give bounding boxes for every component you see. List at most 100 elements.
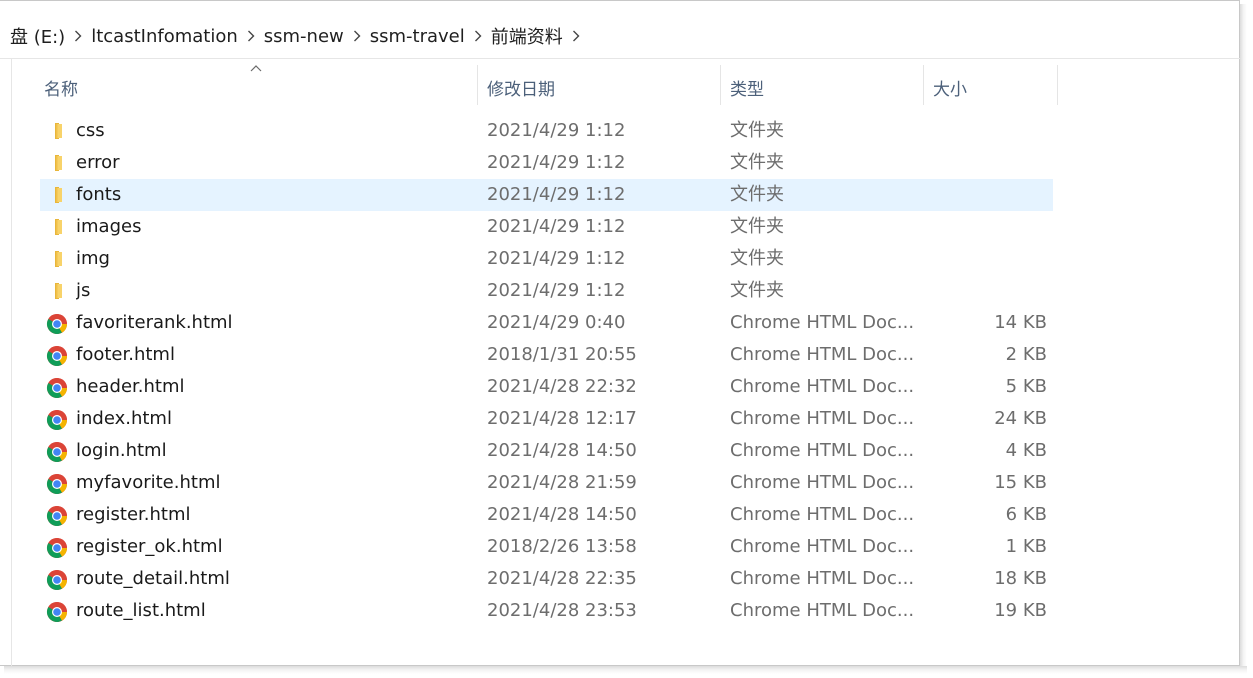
file-name: css [76, 120, 105, 141]
file-row[interactable]: error 2021/4/29 1:12 文件夹 [40, 147, 1053, 179]
file-row[interactable]: myfavorite.html 2021/4/28 21:59 Chrome HTM… [40, 467, 1053, 499]
column-header-date[interactable]: 修改日期 [487, 67, 717, 107]
file-name: route_detail.html [76, 568, 230, 589]
file-row[interactable]: route_detail.html 2021/4/28 22:35 Chrome H… [40, 563, 1053, 595]
file-row[interactable]: fonts 2021/4/29 1:12 文件夹 [40, 179, 1053, 211]
chrome-icon [46, 569, 68, 590]
file-name: myfavorite.html [76, 472, 221, 493]
breadcrumb-folder[interactable]: ltcastInfomation [89, 26, 240, 47]
file-row[interactable]: js 2021/4/29 1:12 文件夹 [40, 275, 1053, 307]
column-header-label: 修改日期 [487, 79, 555, 100]
file-type: 文件夹 [730, 120, 784, 141]
column-divider[interactable] [1057, 65, 1058, 105]
file-name: favoriterank.html [76, 312, 233, 333]
file-name: login.html [76, 440, 167, 461]
chrome-icon [46, 537, 68, 558]
file-type: Chrome HTML Doc... [730, 536, 915, 557]
column-divider[interactable] [720, 65, 721, 105]
file-name: footer.html [76, 344, 175, 365]
file-row[interactable]: css 2021/4/29 1:12 文件夹 [40, 115, 1053, 147]
file-type: 文件夹 [730, 216, 784, 237]
chrome-icon [46, 409, 68, 430]
file-name: index.html [76, 408, 172, 429]
file-row[interactable]: route_list.html 2021/4/28 23:53 Chrome HTM… [40, 595, 1053, 627]
file-size: 24 KB [994, 408, 1047, 429]
file-row[interactable]: index.html 2021/4/28 12:17 Chrome HTML Doc… [40, 403, 1053, 435]
file-modified-date: 2021/4/29 0:40 [487, 312, 626, 333]
file-type: 文件夹 [730, 280, 784, 301]
file-type: Chrome HTML Doc... [730, 472, 915, 493]
file-name: route_list.html [76, 600, 206, 621]
file-row[interactable]: register_ok.html 2018/2/26 13:58 Chrome HT… [40, 531, 1053, 563]
file-row[interactable]: register.html 2021/4/28 14:50 Chrome HTML … [40, 499, 1053, 531]
file-name: header.html [76, 376, 185, 397]
chrome-icon [46, 441, 68, 462]
file-type: Chrome HTML Doc... [730, 376, 915, 397]
folder-icon [46, 185, 68, 205]
file-row[interactable]: images 2021/4/29 1:12 文件夹 [40, 211, 1053, 243]
chevron-right-icon[interactable] [565, 28, 587, 44]
folder-icon [46, 249, 68, 269]
file-modified-date: 2021/4/28 21:59 [487, 472, 637, 493]
file-size: 19 KB [994, 600, 1047, 621]
column-header-type[interactable]: 类型 [730, 67, 920, 107]
file-modified-date: 2021/4/29 1:12 [487, 280, 626, 301]
chrome-icon [46, 473, 68, 494]
file-modified-date: 2021/4/28 14:50 [487, 440, 637, 461]
file-name: fonts [76, 184, 122, 205]
file-type: 文件夹 [730, 152, 784, 173]
file-row[interactable]: footer.html 2018/1/31 20:55 Chrome HTML Do… [40, 339, 1053, 371]
folder-icon [46, 121, 68, 141]
column-header-label: 名称 [44, 79, 78, 100]
file-modified-date: 2021/4/28 23:53 [487, 600, 637, 621]
chrome-icon [46, 505, 68, 526]
breadcrumb-current-folder[interactable]: 前端资料 [489, 23, 565, 49]
file-type: Chrome HTML Doc... [730, 504, 915, 525]
folder-icon [46, 281, 68, 301]
chrome-icon [46, 345, 68, 366]
file-modified-date: 2021/4/29 1:12 [487, 120, 626, 141]
file-size [924, 179, 1047, 211]
column-header-size[interactable]: 大小 [933, 67, 1053, 107]
chevron-right-icon[interactable] [467, 28, 489, 44]
file-row[interactable]: img 2021/4/29 1:12 文件夹 [40, 243, 1053, 275]
file-modified-date: 2021/4/29 1:12 [487, 248, 626, 269]
file-type: Chrome HTML Doc... [730, 408, 915, 429]
address-bar[interactable]: 盘 (E:) ltcastInfomation ssm-new ssm-trav… [0, 15, 1240, 57]
column-divider[interactable] [477, 65, 478, 105]
breadcrumb-drive[interactable]: 盘 (E:) [8, 23, 67, 49]
chrome-icon [46, 601, 68, 622]
column-header-name[interactable]: 名称 [44, 67, 474, 107]
file-size: 15 KB [994, 472, 1047, 493]
file-size: 6 KB [1005, 504, 1047, 525]
file-size: 18 KB [994, 568, 1047, 589]
chrome-icon [46, 377, 68, 398]
file-name: register.html [76, 504, 191, 525]
file-type: 文件夹 [730, 184, 784, 205]
file-size [924, 211, 1047, 243]
window-shadow [1240, 4, 1247, 672]
file-row[interactable]: header.html 2021/4/28 22:32 Chrome HTML Do… [40, 371, 1053, 403]
file-modified-date: 2021/4/28 22:32 [487, 376, 637, 397]
file-size [924, 115, 1047, 147]
chevron-right-icon[interactable] [240, 28, 262, 44]
breadcrumb-folder[interactable]: ssm-new [262, 26, 346, 47]
file-modified-date: 2021/4/29 1:12 [487, 184, 626, 205]
file-type: Chrome HTML Doc... [730, 600, 915, 621]
file-type: 文件夹 [730, 248, 784, 269]
navigation-pane-divider [11, 59, 12, 666]
file-size [924, 243, 1047, 275]
file-row[interactable]: favoriterank.html 2021/4/29 0:40 Chrome HT… [40, 307, 1053, 339]
chrome-icon [46, 313, 68, 334]
file-modified-date: 2018/2/26 13:58 [487, 536, 637, 557]
column-header-label: 大小 [933, 79, 967, 100]
chevron-right-icon[interactable] [346, 28, 368, 44]
file-modified-date: 2021/4/28 14:50 [487, 504, 637, 525]
column-divider[interactable] [923, 65, 924, 105]
breadcrumb-folder[interactable]: ssm-travel [368, 26, 467, 47]
file-row[interactable]: login.html 2021/4/28 14:50 Chrome HTML Doc… [40, 435, 1053, 467]
file-size: 4 KB [1005, 440, 1047, 461]
file-name: images [76, 216, 142, 237]
chevron-right-icon[interactable] [67, 28, 89, 44]
file-size [924, 147, 1047, 179]
